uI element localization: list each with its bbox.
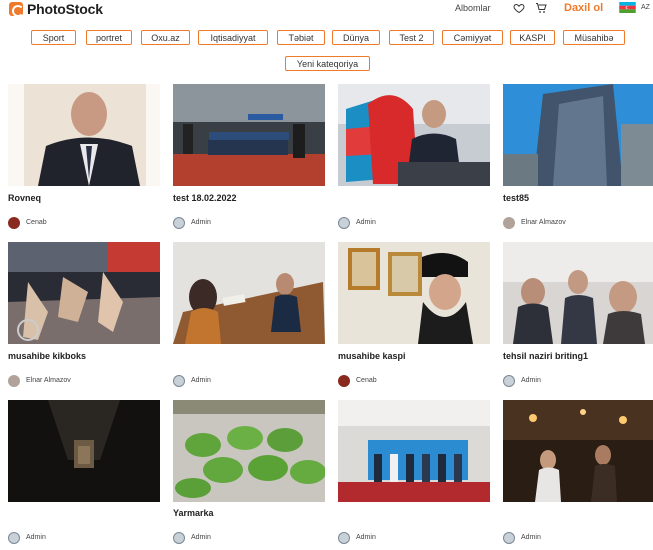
avatar [8, 531, 20, 544]
photo-thumbnail[interactable] [338, 400, 490, 502]
cart-icon[interactable] [535, 2, 547, 14]
photo-author[interactable]: Admin [173, 531, 211, 544]
photo-thumbnail[interactable] [173, 84, 325, 186]
category-button[interactable]: Təbiət [277, 30, 325, 45]
heart-icon[interactable] [513, 2, 525, 14]
avatar [503, 216, 515, 229]
avatar [173, 374, 185, 387]
photo-thumbnail[interactable] [173, 242, 325, 344]
photo-thumbnail[interactable] [503, 84, 653, 186]
category-button[interactable]: Dünya [332, 30, 380, 45]
avatar [338, 374, 350, 387]
category-button[interactable]: Sport [31, 30, 76, 45]
photo-author[interactable]: Admin [8, 531, 46, 544]
photo-thumbnail[interactable] [338, 242, 490, 344]
photo-title[interactable]: Rovneq [8, 193, 41, 203]
photo-author[interactable]: Admin [338, 531, 376, 544]
photo-thumbnail[interactable] [8, 84, 160, 186]
photo-author[interactable]: Admin [173, 374, 211, 387]
photo-thumbnail[interactable] [8, 242, 160, 344]
photo-author[interactable]: Admin [173, 216, 211, 229]
photo-thumbnail[interactable] [173, 400, 325, 502]
photo-title[interactable]: Yarmarka [173, 508, 214, 518]
logo[interactable]: PhotoStock [9, 1, 103, 17]
photo-author[interactable]: Admin [503, 374, 541, 387]
category-button[interactable]: Test 2 [389, 30, 434, 45]
logo-mark-icon [9, 2, 24, 17]
author-name: Admin [191, 534, 211, 541]
photo-author[interactable]: Elnar Almazov [503, 216, 566, 229]
avatar [503, 531, 515, 544]
photo-thumbnail[interactable] [503, 242, 653, 344]
author-name: Admin [356, 219, 376, 226]
author-name: Admin [521, 377, 541, 384]
author-name: Cenab [356, 377, 377, 384]
avatar [8, 216, 20, 229]
photo-title[interactable]: tehsil naziri briting1 [503, 351, 588, 361]
avatar [338, 531, 350, 544]
photo-thumbnail[interactable] [8, 400, 160, 502]
author-name: Admin [521, 534, 541, 541]
avatar [503, 374, 515, 387]
photo-thumbnail[interactable] [503, 400, 653, 502]
site-header: PhotoStock Albomlar Daxil ol AZ [0, 0, 653, 22]
photo-author[interactable]: Admin [503, 531, 541, 544]
author-name: Admin [356, 534, 376, 541]
category-button[interactable]: Müsahibə [563, 30, 625, 45]
author-name: Admin [26, 534, 46, 541]
author-name: Cenab [26, 219, 47, 226]
category-button[interactable]: Iqtisadiyyat [198, 30, 268, 45]
photo-author[interactable]: Elnar Almazov [8, 374, 71, 387]
logo-text: PhotoStock [27, 1, 103, 17]
nav-albums-link[interactable]: Albomlar [455, 3, 491, 13]
category-button[interactable]: Cəmiyyət [442, 30, 503, 45]
author-name: Admin [191, 377, 211, 384]
photo-title[interactable]: musahibe kaspi [338, 351, 406, 361]
login-link[interactable]: Daxil ol [564, 2, 603, 14]
category-button[interactable]: portret [86, 30, 132, 45]
photo-title[interactable]: musahibe kikboks [8, 351, 86, 361]
author-name: Elnar Almazov [26, 377, 71, 384]
category-button[interactable]: KASPI [510, 30, 555, 45]
category-button[interactable]: Oxu.az [141, 30, 190, 45]
photo-title[interactable]: test 18.02.2022 [173, 193, 237, 203]
az-flag-icon[interactable] [619, 2, 636, 13]
author-name: Admin [191, 219, 211, 226]
avatar [338, 216, 350, 229]
avatar [173, 216, 185, 229]
photo-title[interactable]: test85 [503, 193, 529, 203]
category-button[interactable]: Yeni kateqoriya [285, 56, 370, 71]
author-name: Elnar Almazov [521, 219, 566, 226]
photo-author[interactable]: Admin [338, 216, 376, 229]
language-label[interactable]: AZ [641, 4, 650, 11]
photo-author[interactable]: Cenab [338, 374, 377, 387]
photo-thumbnail[interactable] [338, 84, 490, 186]
avatar [173, 531, 185, 544]
avatar [8, 374, 20, 387]
photo-author[interactable]: Cenab [8, 216, 47, 229]
